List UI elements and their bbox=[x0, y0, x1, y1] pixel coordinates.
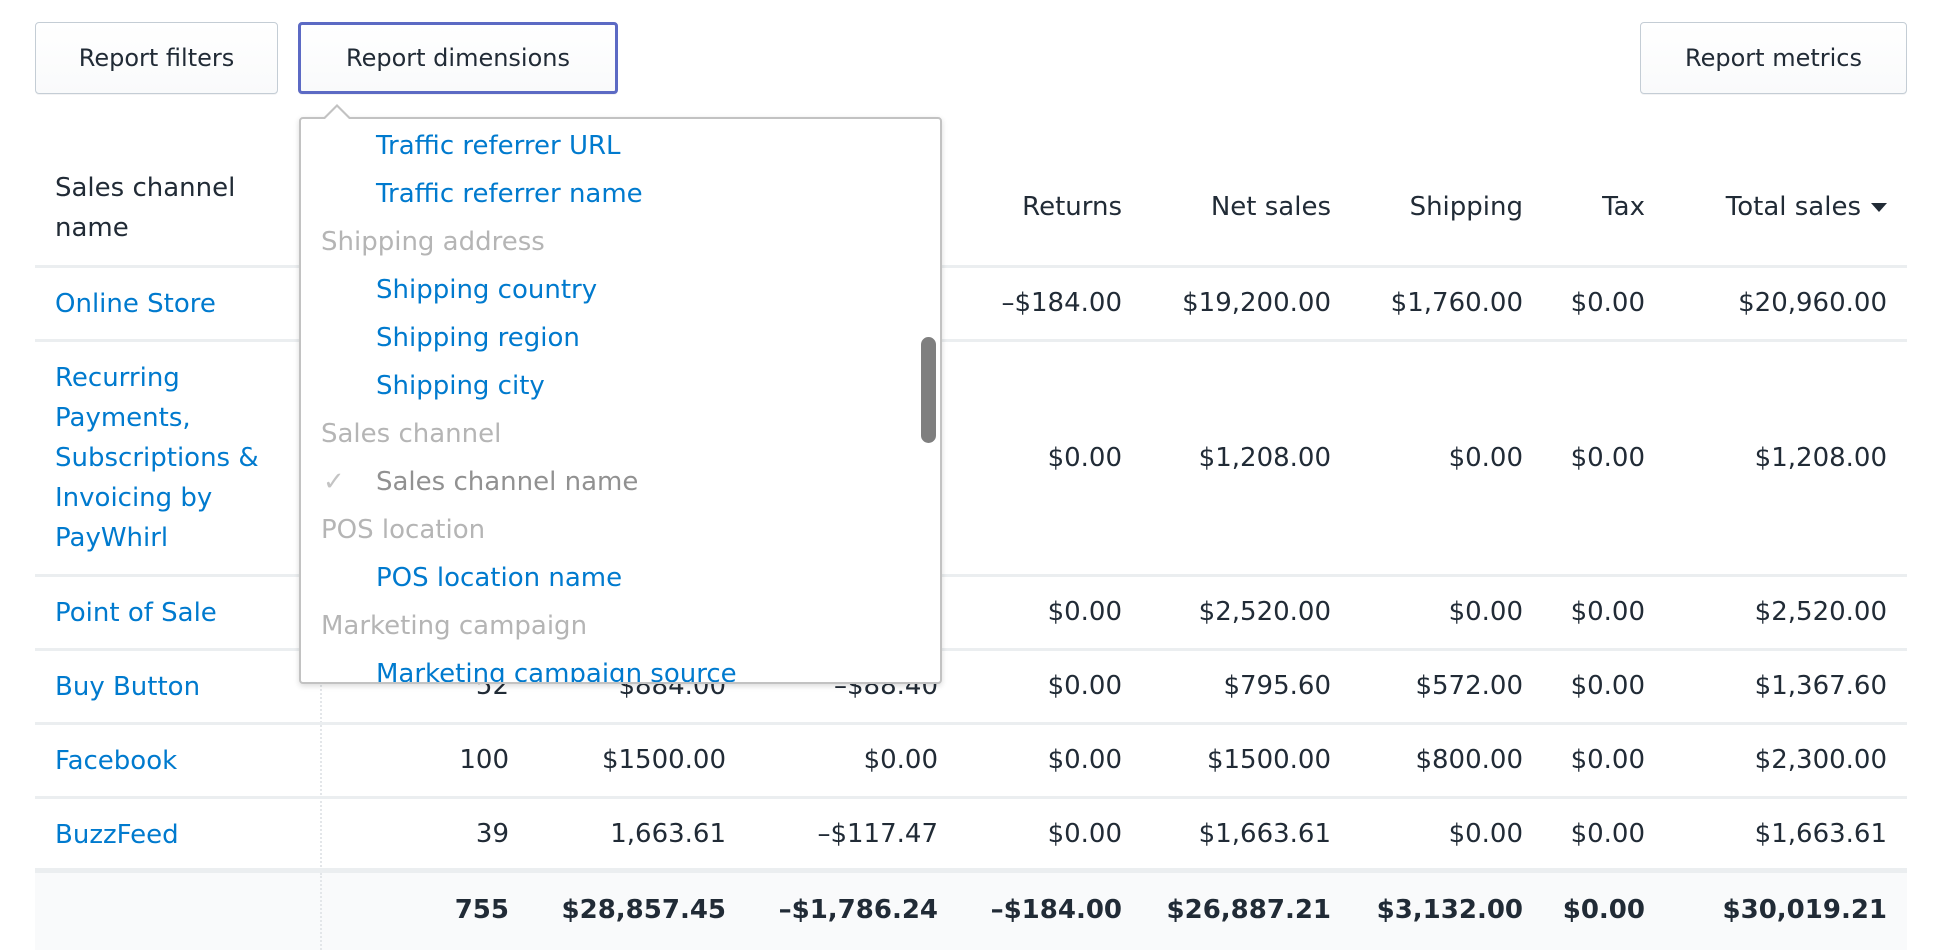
cell-tax: $0.00 bbox=[1570, 745, 1645, 775]
row-name-link[interactable]: Online Store bbox=[55, 284, 295, 324]
cell-tax: $0.00 bbox=[1570, 443, 1645, 473]
cell-total-sales: $2,300.00 bbox=[1754, 745, 1887, 775]
cell-net-sales: $1,208.00 bbox=[1198, 443, 1331, 473]
dimension-option-marketing-campaign-source[interactable]: Marketing campaign source bbox=[376, 659, 737, 682]
column-header-tax[interactable]: Tax bbox=[1602, 192, 1645, 222]
cell-tax: $0.00 bbox=[1570, 671, 1645, 701]
cell-total-sales: $1,663.61 bbox=[1754, 819, 1887, 849]
dimension-option-sales-channel-name[interactable]: Sales channel name bbox=[376, 467, 638, 497]
column-header-total-sales[interactable]: Total sales bbox=[1726, 192, 1887, 222]
cell-net-sales: $1500.00 bbox=[1206, 745, 1331, 775]
dimension-option-shipping-country[interactable]: Shipping country bbox=[376, 275, 597, 305]
dimension-option-shipping-region[interactable]: Shipping region bbox=[376, 323, 580, 353]
dimension-option-traffic-referrer-name[interactable]: Traffic referrer name bbox=[376, 179, 643, 209]
cell-total-sales: $2,520.00 bbox=[1754, 597, 1887, 627]
cell-shipping: $1,760.00 bbox=[1390, 288, 1523, 318]
divider bbox=[35, 722, 1907, 725]
cell-orders: 100 bbox=[459, 745, 509, 775]
cell-shipping: $0.00 bbox=[1448, 819, 1523, 849]
total-total-sales: $30,019.21 bbox=[1722, 895, 1887, 925]
cell-tax: $0.00 bbox=[1570, 819, 1645, 849]
row-name-link[interactable]: BuzzFeed bbox=[55, 815, 295, 855]
cell-orders: 39 bbox=[475, 819, 509, 849]
cell-net-sales: $19,200.00 bbox=[1182, 288, 1331, 318]
dimension-group-marketing-campaign: Marketing campaign bbox=[321, 611, 588, 641]
cell-net-sales: $2,520.00 bbox=[1198, 597, 1331, 627]
divider bbox=[35, 796, 1907, 799]
popover-arrow-fill bbox=[324, 107, 350, 120]
column-header-sales-channel-name[interactable]: Sales channel name bbox=[55, 168, 295, 248]
cell-total-sales: $20,960.00 bbox=[1738, 288, 1887, 318]
column-header-returns[interactable]: Returns bbox=[1022, 192, 1122, 222]
cell-total-sales: $1,367.60 bbox=[1754, 671, 1887, 701]
column-divider bbox=[320, 873, 322, 950]
total-discounts: –$1,786.24 bbox=[778, 895, 938, 925]
total-tax: $0.00 bbox=[1562, 895, 1645, 925]
dimensions-dropdown: Traffic referrer URL Traffic referrer na… bbox=[299, 117, 942, 684]
total-gross-sales: $28,857.45 bbox=[561, 895, 726, 925]
cell-shipping: $0.00 bbox=[1448, 443, 1523, 473]
cell-gross-sales: $1500.00 bbox=[601, 745, 726, 775]
sort-descending-icon bbox=[1871, 203, 1887, 212]
total-shipping: $3,132.00 bbox=[1376, 895, 1523, 925]
cell-net-sales: $1,663.61 bbox=[1198, 819, 1331, 849]
cell-discounts: $0.00 bbox=[863, 745, 938, 775]
dimension-group-sales-channel: Sales channel bbox=[321, 419, 502, 449]
dimension-option-pos-location-name[interactable]: POS location name bbox=[376, 563, 622, 593]
column-header-total-sales-label: Total sales bbox=[1725, 192, 1861, 222]
row-name-link[interactable]: Point of Sale bbox=[55, 593, 295, 633]
cell-returns: $0.00 bbox=[1047, 443, 1122, 473]
cell-discounts: –$117.47 bbox=[817, 819, 938, 849]
checkmark-icon: ✓ bbox=[323, 467, 345, 497]
cell-shipping: $800.00 bbox=[1415, 745, 1523, 775]
cell-returns: $0.00 bbox=[1047, 819, 1122, 849]
cell-net-sales: $795.60 bbox=[1223, 671, 1331, 701]
dimension-option-shipping-city[interactable]: Shipping city bbox=[376, 371, 545, 401]
cell-returns: $0.00 bbox=[1047, 745, 1122, 775]
cell-gross-sales: 1,663.61 bbox=[610, 819, 726, 849]
column-header-shipping[interactable]: Shipping bbox=[1410, 192, 1523, 222]
cell-tax: $0.00 bbox=[1570, 597, 1645, 627]
cell-total-sales: $1,208.00 bbox=[1754, 443, 1887, 473]
cell-returns: –$184.00 bbox=[1001, 288, 1122, 318]
dimension-option-traffic-referrer-url[interactable]: Traffic referrer URL bbox=[376, 131, 621, 161]
total-returns: –$184.00 bbox=[990, 895, 1122, 925]
cell-returns: $0.00 bbox=[1047, 671, 1122, 701]
row-name-link[interactable]: Buy Button bbox=[55, 667, 295, 707]
row-name-link[interactable]: Recurring Payments, Subscriptions & Invo… bbox=[55, 358, 295, 558]
report-metrics-button[interactable]: Report metrics bbox=[1640, 22, 1907, 94]
column-header-net-sales[interactable]: Net sales bbox=[1211, 192, 1331, 222]
report-dimensions-button[interactable]: Report dimensions bbox=[298, 22, 618, 94]
dimension-group-shipping-address: Shipping address bbox=[321, 227, 545, 257]
report-filters-button[interactable]: Report filters bbox=[35, 22, 278, 94]
dimension-group-pos-location: POS location bbox=[321, 515, 486, 545]
row-name-link[interactable]: Facebook bbox=[55, 741, 295, 781]
cell-tax: $0.00 bbox=[1570, 288, 1645, 318]
totals-divider bbox=[35, 868, 1907, 873]
total-net-sales: $26,887.21 bbox=[1166, 895, 1331, 925]
cell-shipping: $572.00 bbox=[1415, 671, 1523, 701]
dropdown-scrollbar[interactable] bbox=[921, 337, 936, 443]
cell-shipping: $0.00 bbox=[1448, 597, 1523, 627]
total-orders: 755 bbox=[454, 895, 509, 925]
cell-returns: $0.00 bbox=[1047, 597, 1122, 627]
